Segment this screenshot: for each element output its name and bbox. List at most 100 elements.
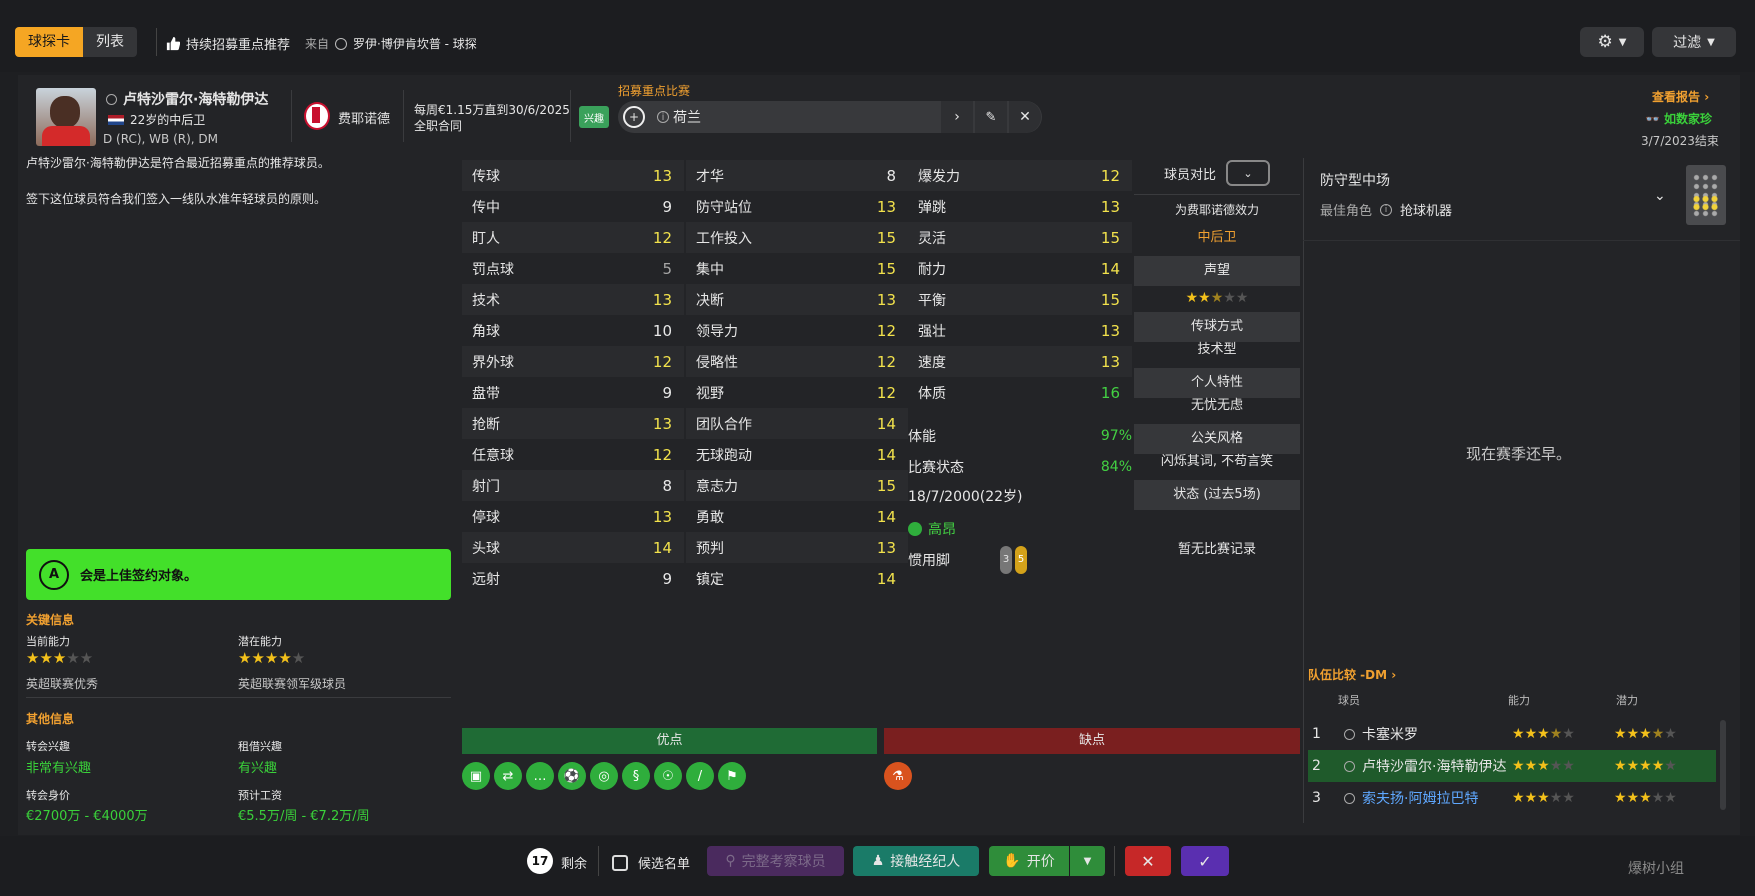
table-row[interactable]: 3 索夫扬·阿姆拉巴特 ★★★★★ ★★★★★: [1308, 782, 1716, 814]
empty-season-msg: 现在赛季还早。: [1466, 445, 1572, 463]
attribute-row[interactable]: 无球跑动 14: [686, 439, 908, 470]
attribute-row[interactable]: 防守站位 13: [686, 191, 908, 222]
table-row[interactable]: 2 卢特沙雷尔·海特勒伊达 ★★★★★ ★★★★★: [1308, 750, 1716, 782]
attribute-row[interactable]: 头球 14: [462, 532, 684, 563]
attribute-name: 技术: [472, 292, 500, 309]
player-name-row: 卢特沙雷尔·海特勒伊达: [106, 89, 268, 109]
briefcase-icon[interactable]: ▣: [462, 762, 490, 790]
attribute-row[interactable]: 射门 8: [462, 470, 684, 501]
gear-icon: ⚙: [1597, 32, 1613, 52]
compare-dropdown[interactable]: ⌄: [1226, 160, 1270, 186]
from-person[interactable]: 罗伊·博伊肯坎普 - 球探: [353, 35, 477, 52]
tab-scout-card[interactable]: 球探卡: [15, 27, 83, 57]
player-name[interactable]: 卢特沙雷尔·海特勒伊达: [123, 89, 268, 109]
attribute-row[interactable]: 团队合作 14: [686, 408, 908, 439]
attribute-row[interactable]: 灵活 15: [908, 222, 1132, 253]
squad-player-name[interactable]: 卡塞米罗: [1362, 724, 1418, 744]
attribute-row[interactable]: 才华 8: [686, 160, 908, 191]
handshake-icon[interactable]: ⇄: [494, 762, 522, 790]
club-name[interactable]: 费耶诺德: [338, 108, 390, 127]
attribute-row[interactable]: 盯人 12: [462, 222, 684, 253]
divider: [26, 697, 451, 698]
squad-player-name[interactable]: 卢特沙雷尔·海特勒伊达: [1362, 756, 1506, 776]
info-icon: i: [657, 111, 669, 123]
attribute-value: 13: [652, 166, 672, 185]
attribute-name: 意志力: [696, 478, 738, 495]
attribute-value: 14: [876, 507, 896, 526]
no-record: 暂无比赛记录: [1177, 542, 1256, 557]
squad-compare-link[interactable]: 队伍比较 -DM ›: [1308, 666, 1396, 683]
full-scout-button[interactable]: ⚲ 完整考察球员: [707, 846, 844, 876]
attribute-row[interactable]: 平衡 15: [908, 284, 1132, 315]
watermark: 爆树小组: [1628, 861, 1684, 877]
attribute-row[interactable]: 技术 13: [462, 284, 684, 315]
media-header: 公关风格: [1134, 424, 1300, 454]
attribute-row[interactable]: 传中 9: [462, 191, 684, 222]
attribute-row[interactable]: 领导力 12: [686, 315, 908, 346]
tab-list[interactable]: 列表: [83, 27, 137, 57]
mental-attributes: 才华 8 防守站位 13 工作投入 15 集中 15 决断 13 领导力 12 侵略性 12 视野 12 团队合…: [686, 160, 908, 594]
filter-button[interactable]: 过滤 ▼: [1652, 27, 1736, 57]
next-button[interactable]: ›: [941, 101, 973, 133]
dna-icon[interactable]: §: [622, 762, 650, 790]
attribute-name: 体质: [918, 385, 946, 402]
attribute-row[interactable]: 传球 13: [462, 160, 684, 191]
attribute-value: 8: [662, 476, 672, 495]
player-photo[interactable]: [36, 88, 96, 146]
role-dropdown[interactable]: ⌄: [1654, 188, 1666, 204]
attribute-row[interactable]: 抢断 13: [462, 408, 684, 439]
target-icon[interactable]: ◎: [590, 762, 618, 790]
attribute-row[interactable]: 体质 16: [908, 377, 1132, 408]
brain-icon[interactable]: ☉: [654, 762, 682, 790]
attribute-row[interactable]: 盘带 9: [462, 377, 684, 408]
flag-icon[interactable]: ⚑: [718, 762, 746, 790]
attribute-row[interactable]: 远射 9: [462, 563, 684, 594]
squad-table: 1 卡塞米罗 ★★★★★ ★★★★★ 2 卢特沙雷尔·海特勒伊达 ★★★★★ ★★★★★ 3 索夫…: [1308, 718, 1716, 814]
flask-icon[interactable]: ⚗: [884, 762, 912, 790]
offer-options-button[interactable]: ▼: [1070, 846, 1105, 876]
attribute-row[interactable]: 预判 13: [686, 532, 908, 563]
attribute-row[interactable]: 镇定 14: [686, 563, 908, 594]
attribute-row[interactable]: 速度 13: [908, 346, 1132, 377]
confirm-button[interactable]: ✓: [1181, 846, 1229, 876]
attribute-row[interactable]: 意志力 15: [686, 470, 908, 501]
attribute-row[interactable]: 勇敢 14: [686, 501, 908, 532]
shortlist-toggle[interactable]: 候选名单: [612, 853, 690, 872]
bandage-icon[interactable]: /: [686, 762, 714, 790]
attribute-name: 侵略性: [696, 354, 738, 371]
speech-icon[interactable]: …: [526, 762, 554, 790]
attribute-row[interactable]: 罚点球 5: [462, 253, 684, 284]
attribute-row[interactable]: 爆发力 12: [908, 160, 1132, 191]
clear-button[interactable]: ✕: [1009, 101, 1041, 133]
attribute-row[interactable]: 集中 15: [686, 253, 908, 284]
table-row[interactable]: 1 卡塞米罗 ★★★★★ ★★★★★: [1308, 718, 1716, 750]
attribute-row[interactable]: 界外球 12: [462, 346, 684, 377]
edit-button[interactable]: ✎: [975, 101, 1007, 133]
attribute-row[interactable]: 任意球 12: [462, 439, 684, 470]
settings-button[interactable]: ⚙ ▼: [1580, 27, 1644, 57]
view-report-link[interactable]: 查看报告 ›: [1652, 88, 1709, 105]
make-offer-button[interactable]: ✋ 开价: [989, 846, 1069, 876]
value-value: €2700万 - €4000万: [26, 809, 148, 824]
ball-icon[interactable]: ⚽: [558, 762, 586, 790]
fitness-value: 97%: [1100, 427, 1132, 444]
check-icon: ✓: [1198, 851, 1212, 871]
keep-recommend-button[interactable]: 持续招募重点推荐: [165, 34, 290, 53]
attribute-name: 盘带: [472, 385, 500, 402]
attribute-row[interactable]: 耐力 14: [908, 253, 1132, 284]
attribute-row[interactable]: 决断 13: [686, 284, 908, 315]
reject-button[interactable]: ✕: [1125, 846, 1171, 876]
attribute-row[interactable]: 工作投入 15: [686, 222, 908, 253]
divider: [1303, 240, 1740, 241]
attribute-row[interactable]: 弹跳 13: [908, 191, 1132, 222]
checkbox[interactable]: [612, 854, 628, 871]
attribute-value: 14: [876, 414, 896, 433]
attribute-row[interactable]: 角球 10: [462, 315, 684, 346]
contact-agent-button[interactable]: ♟ 接触经纪人: [853, 846, 979, 876]
attribute-row[interactable]: 停球 13: [462, 501, 684, 532]
attribute-row[interactable]: 侵略性 12: [686, 346, 908, 377]
attribute-row[interactable]: 强壮 13: [908, 315, 1132, 346]
scrollbar[interactable]: [1720, 720, 1726, 810]
attribute-row[interactable]: 视野 12: [686, 377, 908, 408]
squad-player-name[interactable]: 索夫扬·阿姆拉巴特: [1362, 788, 1478, 808]
